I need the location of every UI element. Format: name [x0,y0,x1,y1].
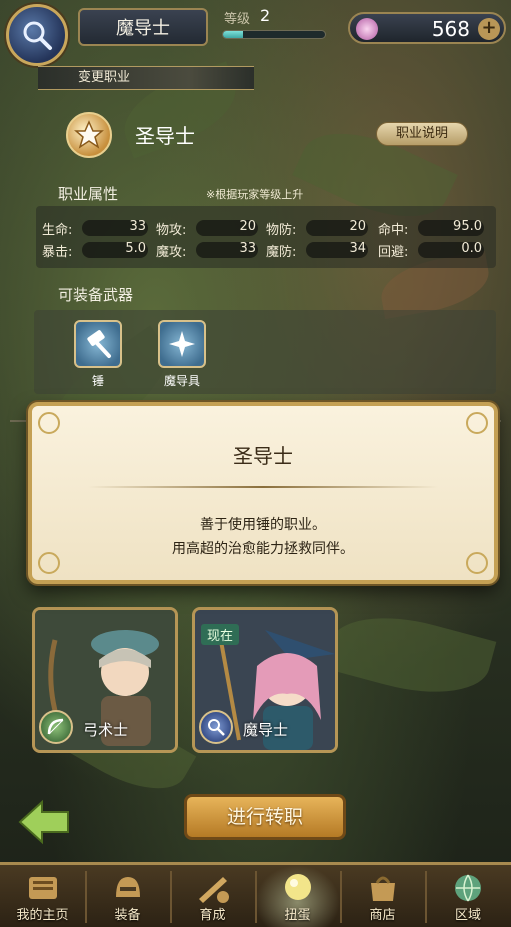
nav-label: 育成 [199,908,226,923]
player-class-plate: 魔导士 [78,8,208,46]
bow-icon [39,710,73,744]
gem-counter: 568 + [348,12,506,44]
nav-label: 装备 [114,908,141,923]
nav-shop[interactable]: 商店 [340,865,425,927]
bottom-nav: 我的主页 装备 育成 扭蛋 商店 区域 [0,862,511,927]
add-gems-button[interactable]: + [478,18,500,40]
stat-value: 5.0 [125,241,146,256]
stat-magic-atk: 魔攻: 33 [156,240,260,260]
magic-tool-icon[interactable] [158,320,206,368]
stat-label: 命中: [378,223,409,238]
stat-evade: 回避: 0.0 [378,240,486,260]
stat-phys-atk: 物攻: 20 [156,218,260,238]
nav-training[interactable]: 育成 [170,865,255,927]
dialog-line-2: 用高超的治愈能力拯救同伴。 [172,541,354,557]
home-icon [28,877,57,899]
class-card-archer[interactable]: 弓术士 [32,607,178,753]
helmet-icon [115,877,140,897]
stat-value: 20 [239,219,256,234]
change-class-button[interactable]: 进行转职 [184,794,346,840]
stat-label: 物防: [266,223,297,238]
sparkle-glyph-icon [169,331,195,357]
magnifier-icon [23,21,52,50]
stat-magic-def: 魔防: 34 [266,240,370,260]
stat-value: 33 [239,241,256,256]
section-header: 变更职业 [38,66,254,90]
level-label: 等级 [224,12,251,27]
nav-area[interactable]: 区域 [425,865,511,927]
class-description-button[interactable]: 职业说明 [376,122,468,146]
weapons-title: 可装备武器 [58,286,134,304]
nav-label: 商店 [369,908,396,923]
nav-label: 扭蛋 [284,908,311,923]
dialog-divider [88,486,438,488]
level-progress-bar [222,30,326,39]
attributes-title: 职业属性 [58,185,119,203]
dialog-line-1: 善于使用锤的职业。 [200,517,326,533]
hammer-emblem-icon [74,120,104,149]
stat-value: 34 [349,241,366,256]
class-card-mage[interactable]: 现在 魔导士 [192,607,338,753]
player-avatar[interactable] [6,4,68,66]
class-description-dialog[interactable]: 圣导士 善于使用锤的职业。 用高超的治愈能力拯救同伴。 [28,402,498,584]
train-icon [198,877,229,903]
class-card-name: 弓术士 [83,721,129,739]
hammer-icon[interactable] [74,320,122,368]
back-button[interactable] [18,798,72,846]
nav-equipment[interactable]: 装备 [85,865,170,927]
nav-label: 我的主页 [16,908,69,923]
section-title: 变更职业 [78,70,131,85]
nav-label: 区域 [454,908,481,923]
stat-phys-def: 物防: 20 [266,218,370,238]
gem-count: 568 [431,17,470,41]
stat-value: 95.0 [453,219,482,234]
stat-label: 魔攻: [156,245,187,260]
current-class-tag: 现在 [201,624,240,645]
stat-label: 物攻: [156,223,187,238]
class-name: 圣导士 [135,124,195,148]
player-class-label: 魔导士 [116,18,170,39]
stat-label: 生命: [42,223,73,238]
level-box: 等级 2 [218,6,336,46]
stat-hp: 生命: 33 [42,218,150,238]
area-icon [455,874,481,902]
nav-gacha[interactable]: 扭蛋 [255,865,340,927]
stat-label: 回避: [378,245,409,260]
shop-icon [370,876,395,901]
weapons-panel: 锤 魔导具 [34,310,496,394]
level-progress-fill [223,31,244,38]
top-bar: 魔导士 等级 2 568 + [0,0,511,66]
stat-crit: 暴击: 5.0 [42,240,150,260]
attributes-panel: 生命: 33 物攻: 20 物防: 20 命中: 95.0 暴击: 5.0 魔攻… [36,206,496,268]
attributes-note: ※根据玩家等级上升 [206,188,304,201]
back-arrow-icon [18,799,69,845]
dialog-title: 圣导士 [233,444,293,468]
stat-value: 0.0 [461,241,482,256]
nav-home[interactable]: 我的主页 [0,865,85,927]
class-card-name: 魔导士 [243,721,289,739]
stat-label: 暴击: [42,245,73,260]
corner-ornament [466,412,488,434]
staff-icon [199,710,233,744]
stat-value: 20 [349,219,366,234]
gem-icon [356,18,378,40]
corner-ornament [38,412,60,434]
weapon-label: 魔导具 [163,374,200,388]
gacha-icon [284,874,311,900]
stat-hit: 命中: 95.0 [378,218,486,238]
hammer-glyph-icon [87,330,111,358]
stat-label: 魔防: [266,245,297,260]
stat-value: 33 [129,219,146,234]
weapon-label: 锤 [91,374,104,388]
class-emblem [66,112,112,158]
level-value: 2 [260,6,271,25]
